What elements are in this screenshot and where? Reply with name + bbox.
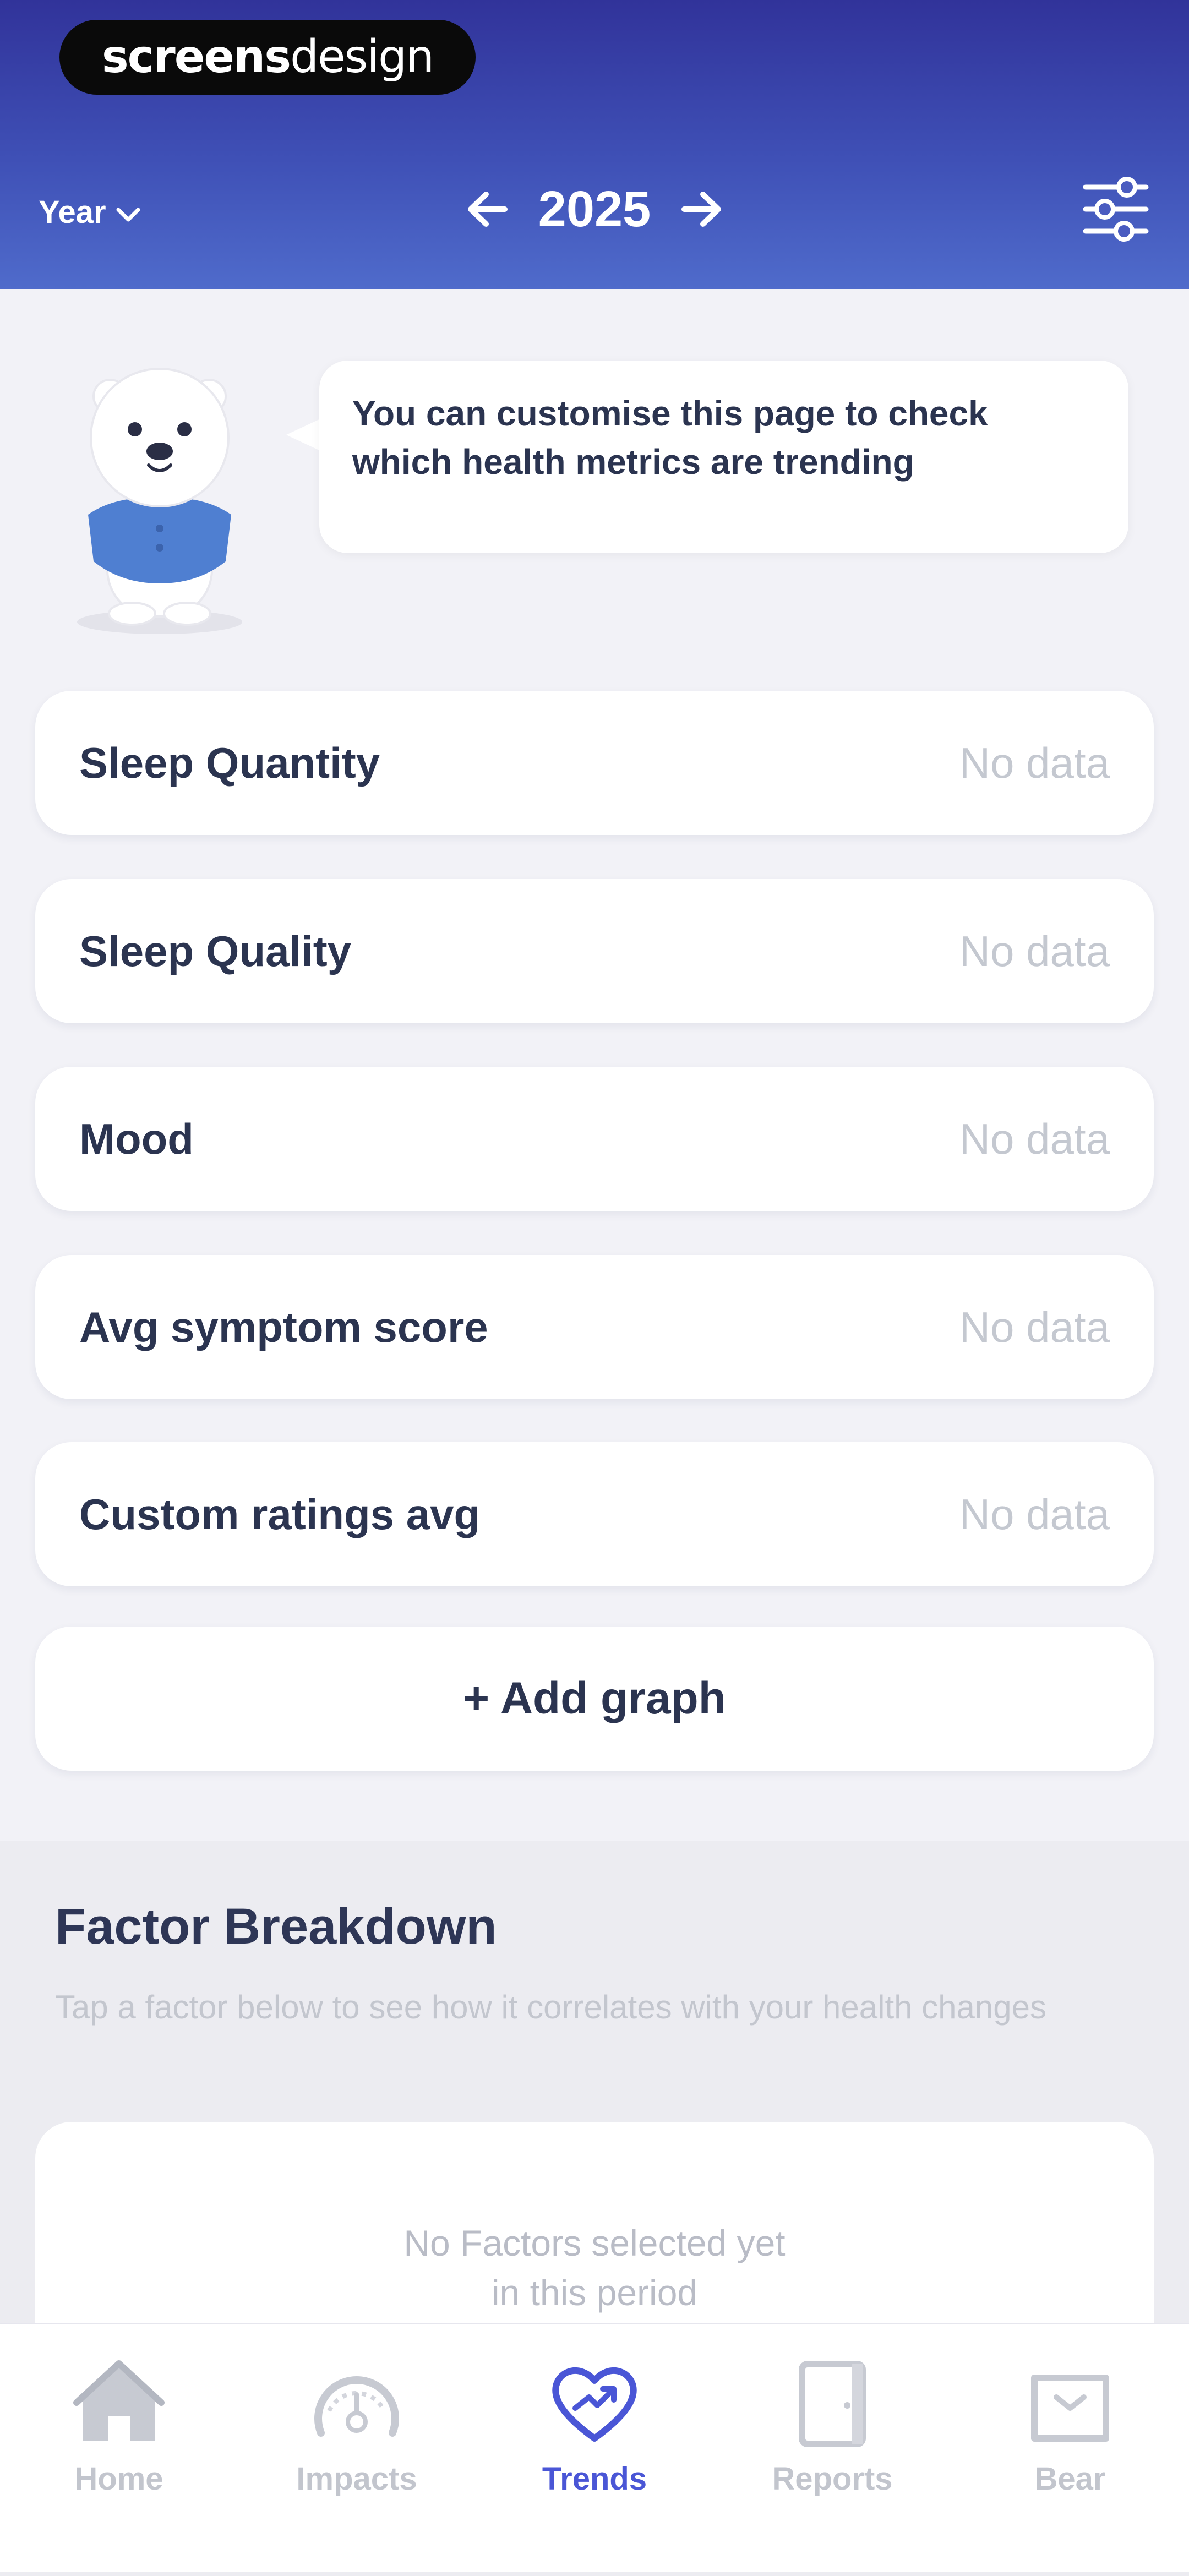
metric-card-sleep-quantity[interactable]: Sleep Quantity No data: [35, 691, 1154, 835]
metric-label: Mood: [79, 1114, 194, 1163]
filter-settings-icon[interactable]: [1075, 168, 1157, 250]
metric-card-sleep-quality[interactable]: Sleep Quality No data: [35, 879, 1154, 1023]
nav-label: Trends: [542, 2461, 647, 2497]
heart-trend-icon: [539, 2350, 650, 2455]
factor-empty-line-2: in this period: [491, 2272, 698, 2313]
metric-value: No data: [959, 926, 1110, 975]
brand-logo-light: design: [290, 31, 434, 83]
nav-label: Bear: [1034, 2461, 1106, 2497]
factor-breakdown-title: Factor Breakdown: [55, 1898, 497, 1955]
gauge-icon: [302, 2350, 412, 2455]
nav-item-bear[interactable]: Bear: [951, 2324, 1189, 2572]
chevron-down-icon: [116, 194, 140, 231]
next-year-arrow-icon[interactable]: [677, 184, 727, 234]
metric-card-mood[interactable]: Mood No data: [35, 1067, 1154, 1211]
nav-label: Reports: [772, 2461, 893, 2497]
metric-value: No data: [959, 1302, 1110, 1351]
speech-bubble-tail: [286, 418, 321, 451]
year-navigator: 2025: [462, 176, 727, 242]
bottom-navigation: Home Impacts Trends Reports Bear: [0, 2323, 1189, 2572]
factor-empty-line-1: No Factors selected yet: [403, 2223, 786, 2263]
current-year: 2025: [538, 181, 651, 237]
nav-label: Home: [74, 2461, 163, 2497]
brand-logo: screensdesign: [59, 20, 476, 95]
metric-card-custom-ratings-avg[interactable]: Custom ratings avg No data: [35, 1442, 1154, 1586]
nav-item-home[interactable]: Home: [0, 2324, 238, 2572]
nav-label: Impacts: [296, 2461, 417, 2497]
nav-item-reports[interactable]: Reports: [713, 2324, 951, 2572]
metric-label: Sleep Quality: [79, 926, 352, 975]
metric-value: No data: [959, 738, 1110, 787]
metric-label: Avg symptom score: [79, 1302, 488, 1351]
nav-item-trends[interactable]: Trends: [476, 2324, 713, 2572]
brand-logo-bold: screens: [101, 31, 291, 83]
app-header: screensdesign Year 2025: [0, 0, 1189, 289]
bear-icon: [1015, 2350, 1125, 2455]
period-dropdown[interactable]: Year: [39, 190, 140, 234]
metric-card-avg-symptom-score[interactable]: Avg symptom score No data: [35, 1255, 1154, 1399]
previous-year-arrow-icon[interactable]: [462, 184, 512, 234]
metric-label: Sleep Quantity: [79, 738, 380, 787]
metric-label: Custom ratings avg: [79, 1489, 481, 1538]
metric-value: No data: [959, 1114, 1110, 1163]
period-dropdown-label: Year: [39, 194, 106, 230]
nav-item-impacts[interactable]: Impacts: [238, 2324, 476, 2572]
add-graph-button[interactable]: + Add graph: [35, 1627, 1154, 1771]
mascot-speech-bubble: You can customise this page to check whi…: [319, 361, 1128, 553]
polar-bear-mascot: [55, 363, 264, 650]
home-icon: [64, 2350, 174, 2455]
report-icon: [777, 2350, 887, 2455]
metric-value: No data: [959, 1489, 1110, 1538]
factor-breakdown-description: Tap a factor below to see how it correla…: [55, 1989, 1046, 2026]
